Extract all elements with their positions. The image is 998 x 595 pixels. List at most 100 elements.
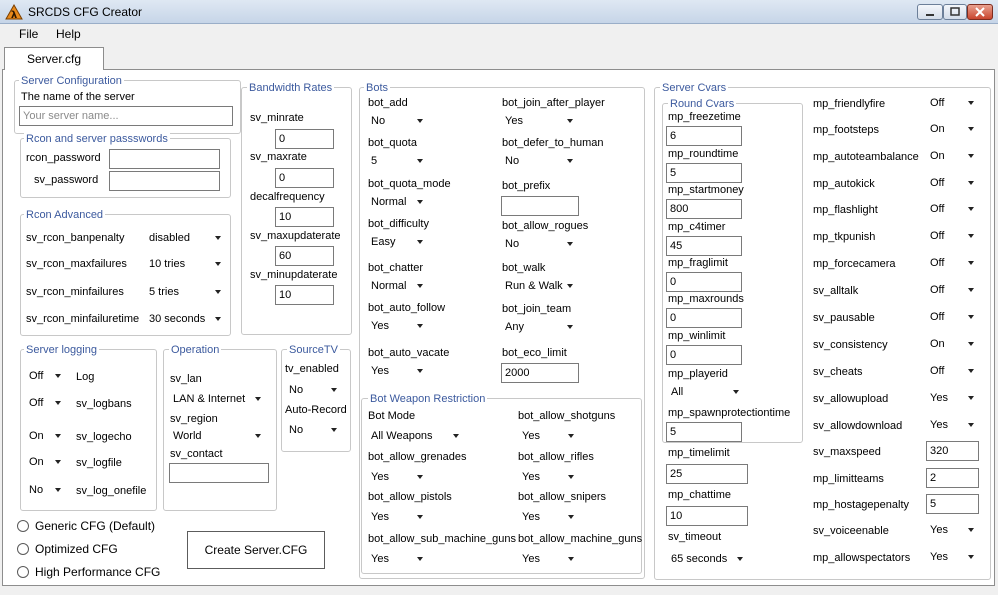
bot-auto-follow-dropdown[interactable]: Yes	[368, 316, 428, 336]
sv-logecho-dropdown[interactable]: On	[26, 426, 66, 446]
bot-allow-rifles-label: bot_allow_rifles	[518, 451, 594, 463]
mp-autoteambalance-dropdown[interactable]: On	[927, 146, 979, 166]
mp-freezetime-input[interactable]	[666, 126, 742, 146]
bot-quota-dropdown[interactable]: 5	[368, 151, 428, 171]
sv-allowdownload-dropdown[interactable]: Yes	[927, 415, 979, 435]
sv-lan-dropdown[interactable]: LAN & Internet	[170, 389, 266, 409]
bot-eco-limit-input[interactable]	[501, 363, 579, 383]
sv-voiceenable-dropdown-value: Yes	[930, 524, 948, 536]
chevron-down-icon	[963, 334, 979, 354]
mp-allowspectators-dropdown[interactable]: Yes	[927, 547, 979, 567]
mp-timelimit-input[interactable]	[666, 464, 748, 484]
sv-rcon-banpenalty-dropdown[interactable]: disabled	[146, 228, 226, 248]
mp-roundtime-input[interactable]	[666, 163, 742, 183]
sv-cheats-dropdown[interactable]: Off	[927, 361, 979, 381]
log-label: Log	[76, 371, 95, 383]
bot-quota-mode-dropdown[interactable]: Normal	[368, 192, 428, 212]
server-name-input[interactable]	[19, 106, 233, 126]
mp-maxrounds-input[interactable]	[666, 308, 742, 328]
create-server-cfg-button[interactable]: Create Server.CFG	[187, 531, 325, 569]
bot-allow-rifles-dropdown[interactable]: Yes	[519, 467, 579, 487]
bot-allow-grenades-dropdown[interactable]: Yes	[368, 467, 428, 487]
sv-timeout-dropdown[interactable]: 65 seconds	[668, 549, 748, 569]
sv-logbans-dropdown[interactable]: Off	[26, 393, 66, 413]
bot-walk-dropdown[interactable]: Run & Walk	[502, 276, 578, 296]
sv-pausable-dropdown[interactable]: Off	[927, 307, 979, 327]
bot-allow-snipers-dropdown[interactable]: Yes	[519, 507, 579, 527]
mp-limitteams-input[interactable]	[926, 468, 979, 488]
sv-log-onefile-dropdown[interactable]: No	[26, 480, 66, 500]
bot-allow-rogues-dropdown[interactable]: No	[502, 234, 578, 254]
chevron-down-icon	[963, 388, 979, 408]
bot-join-after-player-dropdown[interactable]: Yes	[502, 111, 578, 131]
sv-maxrate-input[interactable]	[275, 168, 334, 188]
sv-password-input[interactable]	[109, 171, 220, 191]
sv-logbans-dropdown-value: Off	[29, 397, 44, 409]
auto-record-dropdown[interactable]: No	[286, 420, 342, 440]
rcon-password-input[interactable]	[109, 149, 220, 169]
radio-label-generic-cfg-default: Generic CFG (Default)	[35, 519, 156, 533]
sv-contact-label: sv_contact	[170, 448, 223, 460]
menu-file[interactable]: File	[19, 27, 38, 41]
mp-autokick-dropdown[interactable]: Off	[927, 173, 979, 193]
bot-prefix-input[interactable]	[501, 196, 579, 216]
sv-alltalk-dropdown[interactable]: Off	[927, 280, 979, 300]
bot-add-dropdown[interactable]: No	[368, 111, 428, 131]
mp-footsteps-dropdown[interactable]: On	[927, 119, 979, 139]
bot-defer-to-human-dropdown[interactable]: No	[502, 151, 578, 171]
mp-chattime-input[interactable]	[666, 506, 748, 526]
mp-startmoney-input[interactable]	[666, 199, 742, 219]
bot-allow-machine-guns-label: bot_allow_machine_guns	[518, 533, 643, 545]
bot-allow-pistols-dropdown[interactable]: Yes	[368, 507, 428, 527]
mp-hostagepenalty-input[interactable]	[926, 494, 979, 514]
log-dropdown[interactable]: Off	[26, 366, 66, 386]
tv-enabled-label: tv_enabled	[285, 363, 339, 375]
menu-help[interactable]: Help	[56, 27, 81, 41]
mp-friendlyfire-dropdown[interactable]: Off	[927, 93, 979, 113]
mp-forcecamera-dropdown[interactable]: Off	[927, 253, 979, 273]
maximize-button[interactable]	[943, 4, 967, 20]
mp-playerid-dropdown[interactable]: All	[668, 382, 744, 402]
sv-consistency-dropdown[interactable]: On	[927, 334, 979, 354]
bot-allow-shotguns-dropdown[interactable]: Yes	[519, 426, 579, 446]
bot-chatter-dropdown[interactable]: Normal	[368, 276, 428, 296]
mp-c4timer-input[interactable]	[666, 236, 742, 256]
sv-maxspeed-input[interactable]	[926, 441, 979, 461]
decalfrequency-input[interactable]	[275, 207, 334, 227]
sv-rcon-minfailures-dropdown[interactable]: 5 tries	[146, 282, 226, 302]
radio-circle[interactable]	[17, 520, 29, 532]
bot-join-team-dropdown[interactable]: Any	[502, 317, 578, 337]
sv-rcon-maxfailures-dropdown[interactable]: 10 tries	[146, 254, 226, 274]
bot-difficulty-dropdown[interactable]: Easy	[368, 232, 428, 252]
mp-spawnprotectiontime-input[interactable]	[666, 422, 742, 442]
minimize-button[interactable]	[917, 4, 943, 20]
sv-voiceenable-dropdown[interactable]: Yes	[927, 520, 979, 540]
sv-alltalk-label: sv_alltalk	[813, 285, 859, 297]
sv-region-dropdown[interactable]: World	[170, 426, 266, 446]
radio-circle[interactable]	[17, 566, 29, 578]
sv-contact-input[interactable]	[169, 463, 269, 483]
sv-rcon-minfailuretime-dropdown[interactable]: 30 seconds	[146, 309, 226, 329]
radio-circle[interactable]	[17, 543, 29, 555]
sv-maxupdaterate-input[interactable]	[275, 246, 334, 266]
mp-flashlight-dropdown[interactable]: Off	[927, 199, 979, 219]
sv-allowupload-dropdown[interactable]: Yes	[927, 388, 979, 408]
sv-minrate-input[interactable]	[275, 129, 334, 149]
close-button[interactable]	[967, 4, 993, 20]
chevron-down-icon	[412, 361, 428, 381]
bot-mode-dropdown[interactable]: All Weapons	[368, 426, 464, 446]
title-bar[interactable]	[0, 0, 998, 24]
mp-tkpunish-dropdown[interactable]: Off	[927, 226, 979, 246]
mp-winlimit-input[interactable]	[666, 345, 742, 365]
sv-minupdaterate-input[interactable]	[275, 285, 334, 305]
tab-server-cfg[interactable]: Server.cfg	[4, 47, 104, 70]
bot-auto-follow-dropdown-value: Yes	[371, 320, 389, 332]
sv-logfile-dropdown[interactable]: On	[26, 452, 66, 472]
tv-enabled-dropdown[interactable]: No	[286, 380, 342, 400]
mp-fraglimit-input[interactable]	[666, 272, 742, 292]
bot-allow-machine-guns-dropdown[interactable]: Yes	[519, 549, 579, 569]
sv-allowupload-label: sv_allowupload	[813, 393, 889, 405]
bot-allow-sub-machine-guns-dropdown[interactable]: Yes	[368, 549, 428, 569]
chevron-down-icon	[562, 276, 578, 296]
bot-auto-vacate-dropdown[interactable]: Yes	[368, 361, 428, 381]
